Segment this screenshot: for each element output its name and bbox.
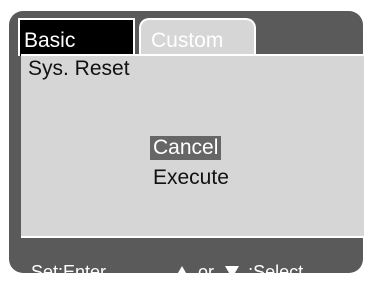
menu-option-execute[interactable]: Execute — [153, 166, 229, 190]
camera-menu-screen: Basic Custom Sys. Reset Cancel Execute S… — [0, 0, 374, 284]
panel-title: Sys. Reset — [28, 57, 130, 80]
footer-select-text: :Select — [248, 262, 304, 282]
tab-basic[interactable]: Basic — [18, 18, 135, 56]
menu-option-cancel[interactable]: Cancel — [150, 136, 222, 160]
tab-custom[interactable]: Custom — [139, 18, 256, 56]
tab-custom-label: Custom — [151, 29, 224, 52]
down-triangle-icon — [225, 266, 240, 279]
up-triangle-icon — [175, 266, 189, 279]
footer-enter-hint: Set:Enter — [31, 262, 107, 282]
tab-basic-label: Basic — [24, 29, 76, 52]
footer-select-hint: or :Select — [173, 261, 303, 283]
footer-or-text: or — [198, 262, 215, 282]
